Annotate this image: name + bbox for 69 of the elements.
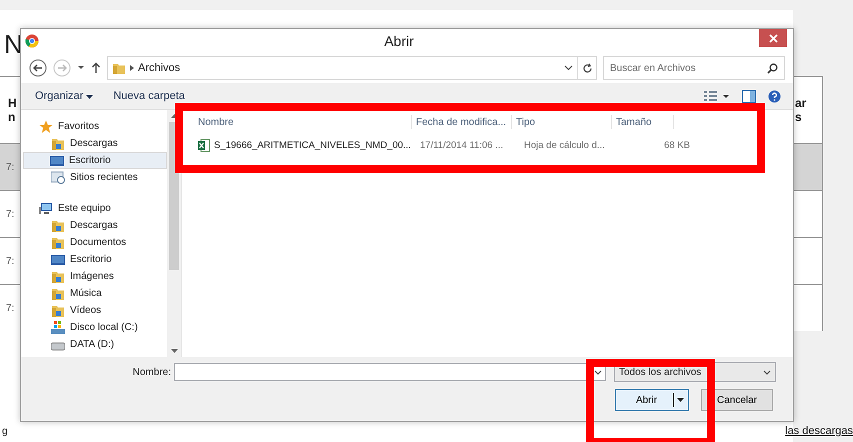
folder-icon: [51, 136, 65, 150]
dropdown-icon[interactable]: [564, 65, 573, 71]
file-date: 17/11/2014 11:06 ...: [419, 140, 504, 150]
nav-item[interactable]: Sitios recientes: [23, 169, 165, 186]
caret-icon[interactable]: [677, 398, 684, 402]
nav-item[interactable]: Escritorio: [23, 251, 165, 268]
footer-text: g: [1, 426, 8, 436]
nav-item[interactable]: Imágenes: [23, 268, 165, 285]
nav-item[interactable]: Documentos: [23, 234, 165, 251]
app-icon: [25, 34, 39, 48]
folder-icon: [51, 218, 65, 232]
filename-field[interactable]: [174, 363, 606, 381]
scroll-down-icon[interactable]: [170, 349, 178, 353]
nav-item[interactable]: Música: [23, 285, 165, 302]
file-row[interactable]: S_19666_ARITMETICA_NIVELES_NMD_00... 17/11/2014 11:06 ... Hoja de cálculo d... 68 KB: [194, 135, 793, 155]
recent-places-icon: [51, 171, 65, 184]
address-bar[interactable]: Archivos: [107, 56, 597, 80]
nav-item[interactable]: Escritorio: [23, 152, 167, 169]
folder-icon: [51, 270, 65, 284]
dropdown-icon[interactable]: [594, 370, 602, 375]
file-size: 68 KB: [663, 140, 691, 150]
filename-label: Nombre:: [132, 366, 172, 378]
folder-icon: [51, 304, 65, 318]
desktop-icon: [51, 254, 65, 266]
close-button[interactable]: [759, 29, 787, 47]
dropdown-icon: [763, 370, 771, 374]
organize-menu[interactable]: Organizar: [31, 88, 98, 104]
scroll-up-icon[interactable]: [170, 114, 178, 118]
folder-icon: [51, 236, 65, 250]
help-icon[interactable]: [768, 90, 781, 102]
spreadsheet-icon: [198, 138, 210, 152]
table-cell: 7:: [0, 143, 20, 190]
column-header[interactable]: Tipo: [512, 115, 612, 129]
dropdown-icon[interactable]: [77, 65, 85, 71]
new-folder-button[interactable]: Nueva carpeta: [109, 88, 189, 104]
column-header[interactable]: Tamaño: [612, 115, 674, 129]
drive-icon: [51, 320, 65, 334]
nav-item[interactable]: Disco local (C:): [23, 319, 165, 336]
preview-pane-icon[interactable]: [742, 90, 756, 102]
computer-icon: [39, 202, 53, 216]
file-name: S_19666_ARITMETICA_NIVELES_NMD_00...: [214, 140, 411, 150]
nav-item[interactable]: Este equipo: [21, 200, 167, 217]
header-text: n: [8, 110, 16, 124]
star-icon: [39, 120, 53, 134]
folder-icon: [51, 286, 65, 300]
search-icon: [767, 63, 778, 74]
header-text: ar: [795, 96, 808, 110]
desktop-icon: [50, 154, 64, 166]
up-arrow-icon[interactable]: [91, 62, 101, 74]
header-text: H: [8, 96, 18, 110]
column-header[interactable]: Nombre: [194, 115, 412, 129]
close-icon: [768, 34, 778, 42]
column-header[interactable]: Fecha de modifica...: [412, 115, 512, 129]
header-text: s: [795, 110, 803, 124]
nav-item[interactable]: Favoritos: [21, 118, 167, 135]
nav-item[interactable]: Descargas: [23, 135, 165, 152]
window-title: Abrir: [383, 33, 415, 49]
file-type: Hoja de cálculo d...: [523, 140, 606, 150]
caret-icon: [86, 95, 94, 99]
view-options-icon[interactable]: [704, 90, 730, 102]
open-button[interactable]: Abrir: [615, 389, 689, 411]
folder-icon: [112, 61, 126, 75]
nav-item[interactable]: Vídeos: [23, 302, 165, 319]
search-field[interactable]: Buscar en Archivos: [603, 56, 785, 80]
chevron-icon: [130, 65, 134, 71]
nav-item[interactable]: DATA (D:): [23, 336, 165, 353]
back-icon[interactable]: [29, 59, 47, 77]
downloads-link[interactable]: las descargas: [785, 425, 853, 437]
nav-item[interactable]: Descargas: [23, 217, 165, 234]
